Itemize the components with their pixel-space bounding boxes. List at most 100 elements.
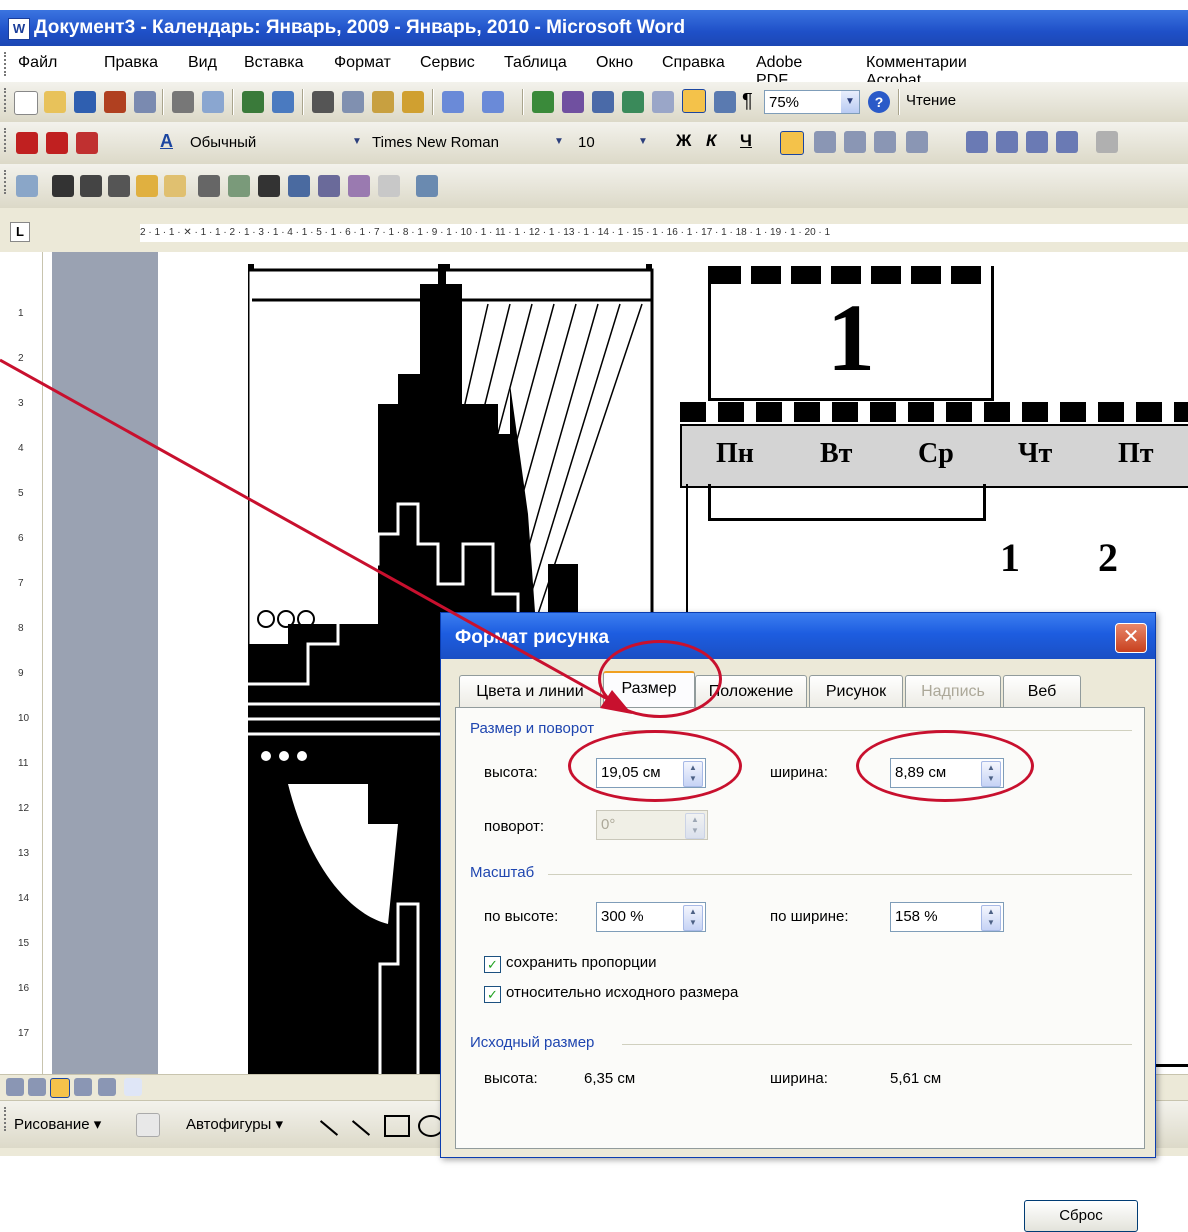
set-transparent-color-icon[interactable] (378, 175, 400, 197)
menu-grip[interactable] (4, 52, 9, 76)
line-tool-icon[interactable] (319, 1120, 339, 1136)
reading-view-icon[interactable] (98, 1078, 116, 1096)
tab-picture[interactable]: Рисунок (809, 675, 903, 708)
drawing-toggle-icon[interactable] (682, 89, 706, 113)
chevron-down-icon[interactable]: ▼ (634, 131, 652, 153)
dialog-title-bar[interactable]: Формат рисунка ✕ (441, 613, 1155, 659)
hyperlink-icon[interactable] (532, 91, 554, 113)
print-layout-icon[interactable] (50, 1078, 70, 1098)
scale-width-spinner[interactable]: 158 % ▲ ▼ (890, 902, 1004, 932)
menu-insert[interactable]: Вставка (244, 54, 303, 72)
crop-icon[interactable] (198, 175, 220, 197)
more-contrast-icon[interactable] (80, 175, 102, 197)
spin-arrows-icon[interactable]: ▲ ▼ (981, 905, 1001, 931)
horizontal-ruler[interactable]: 2 · 1 · 1 · ✕ · 1 · 1 · 2 · 1 · 3 · 1 · … (140, 224, 1188, 242)
chevron-down-icon[interactable]: ▼ (841, 91, 859, 113)
insert-table-icon[interactable] (592, 91, 614, 113)
tab-web[interactable]: Веб (1003, 675, 1081, 708)
line-spacing-icon[interactable] (906, 131, 928, 153)
increase-indent-icon[interactable] (1056, 131, 1078, 153)
bullets-icon[interactable] (996, 131, 1018, 153)
menu-file[interactable]: Файл (18, 54, 57, 72)
reading-mode-button[interactable]: Чтение (906, 92, 956, 109)
chevron-down-icon[interactable]: ▼ (348, 131, 366, 153)
font-size-combo[interactable]: 10 ▼ (574, 131, 652, 155)
less-brightness-icon[interactable] (164, 175, 186, 197)
select-objects-icon[interactable] (136, 1113, 160, 1137)
chevron-down-icon[interactable]: ▼ (550, 131, 568, 153)
text-wrapping-icon[interactable] (318, 175, 340, 197)
columns-icon[interactable] (652, 91, 674, 113)
menu-help[interactable]: Справка (662, 54, 725, 72)
autoshapes-menu[interactable]: Автофигуры ▾ (186, 1115, 283, 1133)
document-map-icon[interactable] (714, 91, 736, 113)
menu-edit[interactable]: Правка (104, 54, 158, 72)
copy-icon[interactable] (342, 91, 364, 113)
reset-picture-icon[interactable] (416, 175, 438, 197)
align-right-icon[interactable] (844, 131, 866, 153)
cut-icon[interactable] (312, 91, 334, 113)
vertical-ruler[interactable]: 1 2 3 4 5 6 7 8 9 10 11 12 13 14 15 16 17 (8, 252, 43, 1074)
print-preview-icon[interactable] (202, 91, 224, 113)
convert-pdf-review-icon[interactable] (76, 132, 98, 154)
less-contrast-icon[interactable] (108, 175, 130, 197)
email-icon[interactable] (134, 91, 156, 113)
rectangle-tool-icon[interactable] (384, 1115, 410, 1137)
web-view-icon[interactable] (28, 1078, 46, 1096)
insert-excel-icon[interactable] (622, 91, 644, 113)
bold-button[interactable]: Ж (676, 131, 691, 151)
reset-button[interactable]: Сброс (1024, 1200, 1138, 1232)
justify-icon[interactable] (874, 131, 896, 153)
font-combo[interactable]: Times New Roman ▼ (368, 131, 568, 155)
normal-view-icon[interactable] (6, 1078, 24, 1096)
align-center-icon[interactable] (814, 131, 836, 153)
menu-tools[interactable]: Сервис (420, 54, 475, 72)
format-picture-icon[interactable] (348, 175, 370, 197)
menu-table[interactable]: Таблица (504, 54, 567, 72)
tables-borders-icon[interactable] (562, 91, 584, 113)
compress-picture-icon[interactable] (288, 175, 310, 197)
drawing-menu[interactable]: Рисование ▾ (14, 1115, 101, 1133)
paste-icon[interactable] (372, 91, 394, 113)
research-icon[interactable] (272, 91, 294, 113)
menu-view[interactable]: Вид (188, 54, 217, 72)
scale-height-spinner[interactable]: 300 % ▲ ▼ (596, 902, 706, 932)
rotate-icon[interactable] (228, 175, 250, 197)
line-style-icon[interactable] (258, 175, 280, 197)
underline-button[interactable]: Ч (740, 131, 752, 151)
decrease-indent-icon[interactable] (1026, 131, 1048, 153)
style-combo[interactable]: Обычный ▼ (186, 131, 366, 155)
color-icon[interactable] (52, 175, 74, 197)
help-icon[interactable]: ? (868, 91, 890, 113)
outline-view-icon[interactable] (74, 1078, 92, 1096)
spin-arrows-icon[interactable]: ▲ ▼ (683, 905, 703, 931)
menu-window[interactable]: Окно (596, 54, 633, 72)
numbering-icon[interactable] (966, 131, 988, 153)
italic-button[interactable]: К (706, 131, 716, 151)
relative-size-checkbox[interactable]: ✓ (484, 986, 501, 1003)
open-folder-icon[interactable] (44, 91, 66, 113)
align-left-icon[interactable] (780, 131, 804, 155)
styles-icon[interactable]: A (160, 131, 173, 152)
menu-format[interactable]: Формат (334, 54, 391, 72)
show-formatting-icon[interactable]: ¶ (742, 90, 753, 113)
zoom-combo[interactable]: 75% ▼ (764, 90, 860, 114)
insert-picture-icon[interactable] (16, 175, 38, 197)
arrow-tool-icon[interactable] (351, 1120, 371, 1136)
print-icon[interactable] (172, 91, 194, 113)
more-brightness-icon[interactable] (136, 175, 158, 197)
lock-aspect-checkbox[interactable]: ✓ (484, 956, 501, 973)
new-document-icon[interactable] (14, 91, 38, 115)
save-icon[interactable] (74, 91, 96, 113)
permission-icon[interactable] (104, 91, 126, 113)
close-icon[interactable]: ✕ (1115, 623, 1147, 653)
redo-icon[interactable] (482, 91, 504, 113)
scroll-left-icon[interactable] (124, 1078, 142, 1096)
spelling-icon[interactable] (242, 91, 264, 113)
tab-colors-lines[interactable]: Цвета и линии (459, 675, 601, 708)
tab-selector[interactable]: L (10, 222, 30, 242)
convert-pdf-email-icon[interactable] (46, 132, 68, 154)
format-painter-icon[interactable] (402, 91, 424, 113)
convert-pdf-icon[interactable] (16, 132, 38, 154)
undo-icon[interactable] (442, 91, 464, 113)
